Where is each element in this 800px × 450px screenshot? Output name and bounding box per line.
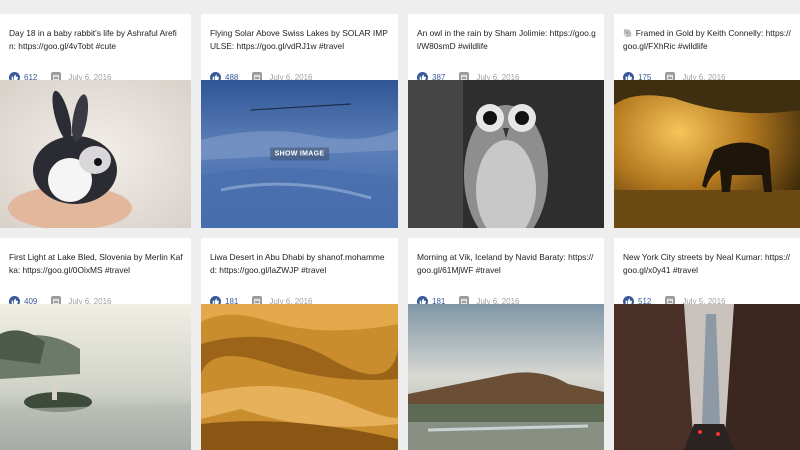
post-photo-iceland[interactable] <box>408 304 604 450</box>
post-photo-owl[interactable] <box>408 80 604 228</box>
post-card[interactable]: An owl in the rain by Sham Jolimie: http… <box>408 14 604 228</box>
post-caption: An owl in the rain by Sham Jolimie: http… <box>417 28 596 51</box>
post-card[interactable]: Morning at Vik, Iceland by Navid Baraty:… <box>408 238 604 450</box>
post-card[interactable]: New York City streets by Neal Kumar: htt… <box>614 238 800 450</box>
show-image-button[interactable]: SHOW IMAGE <box>269 147 330 161</box>
post-caption: Day 18 in a baby rabbit's life by Ashraf… <box>9 28 177 51</box>
post-card[interactable]: Day 18 in a baby rabbit's life by Ashraf… <box>0 14 191 228</box>
post-caption: 🐘 Framed in Gold by Keith Connelly: http… <box>623 28 791 51</box>
post-card[interactable]: First Light at Lake Bled, Slovenia by Me… <box>0 238 191 450</box>
post-card[interactable]: Liwa Desert in Abu Dhabi by shanof.moham… <box>201 238 398 450</box>
post-photo-desert[interactable] <box>201 304 398 450</box>
post-caption: Morning at Vik, Iceland by Navid Baraty:… <box>417 252 594 275</box>
post-card[interactable]: 🐘 Framed in Gold by Keith Connelly: http… <box>614 14 800 228</box>
post-caption: New York City streets by Neal Kumar: htt… <box>623 252 791 275</box>
post-photo-lake-bled[interactable] <box>0 304 191 450</box>
post-caption: Liwa Desert in Abu Dhabi by shanof.moham… <box>210 252 385 275</box>
post-photo-elephant[interactable] <box>614 80 800 228</box>
post-caption: Flying Solar Above Swiss Lakes by SOLAR … <box>210 28 388 51</box>
post-caption: First Light at Lake Bled, Slovenia by Me… <box>9 252 183 275</box>
post-photo-nyc-street[interactable] <box>614 304 800 450</box>
post-photo-solar-plane[interactable]: SHOW IMAGE <box>201 80 398 228</box>
post-photo-rabbit[interactable] <box>0 80 191 228</box>
post-card[interactable]: Flying Solar Above Swiss Lakes by SOLAR … <box>201 14 398 228</box>
